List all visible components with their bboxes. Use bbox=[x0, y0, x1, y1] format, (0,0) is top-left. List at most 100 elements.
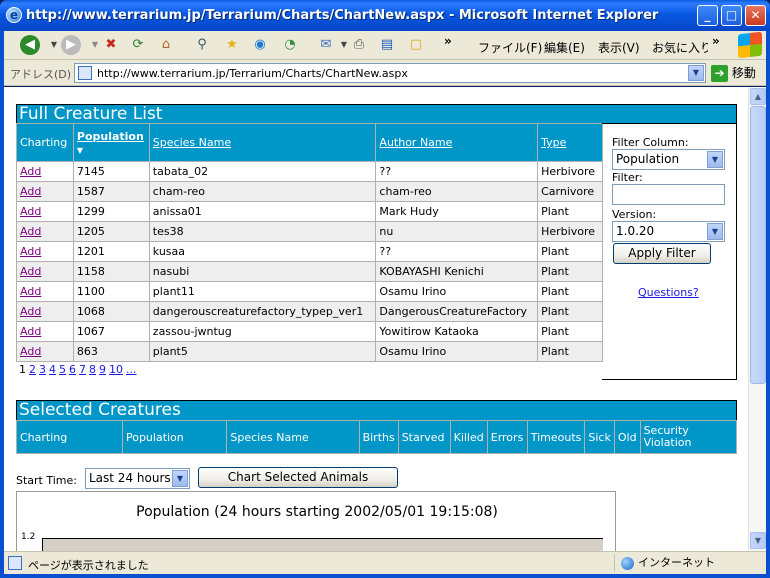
zone-label: インターネット bbox=[638, 556, 715, 569]
go-label: 移動 bbox=[731, 66, 756, 80]
selected-creatures-title: Selected Creatures bbox=[16, 400, 737, 421]
type-cell: Plant bbox=[537, 301, 603, 322]
charting-cell[interactable]: Add bbox=[16, 341, 74, 362]
col-type[interactable]: Type bbox=[537, 123, 603, 162]
col-population[interactable]: Population ▼ bbox=[72, 123, 150, 162]
menu-overflow-icon[interactable]: » bbox=[712, 34, 720, 48]
add-link[interactable]: Add bbox=[20, 245, 41, 258]
pager-link[interactable]: 5 bbox=[59, 363, 66, 376]
chart-selected-button[interactable]: Chart Selected Animals bbox=[198, 467, 398, 488]
forward-icon[interactable]: ▶ bbox=[61, 35, 81, 55]
pager: 1 2 3 4 5 6 7 8 9 10... bbox=[19, 363, 140, 376]
scroll-down-icon[interactable]: ▼ bbox=[750, 532, 766, 549]
type-cell: Plant bbox=[537, 261, 603, 282]
charting-cell[interactable]: Add bbox=[16, 281, 74, 302]
sort-population-link[interactable]: Population bbox=[77, 130, 144, 143]
chart-title: Population (24 hours starting 2002/05/01… bbox=[136, 504, 498, 520]
toolbar-overflow-icon[interactable]: » bbox=[444, 34, 452, 48]
scroll-up-icon[interactable]: ▲ bbox=[750, 88, 766, 105]
add-link[interactable]: Add bbox=[20, 265, 41, 278]
pager-link[interactable]: 4 bbox=[49, 363, 56, 376]
address-url[interactable]: http://www.terrarium.jp/Terrarium/Charts… bbox=[97, 67, 408, 80]
apply-filter-button[interactable]: Apply Filter bbox=[613, 243, 711, 264]
back-icon[interactable]: ◀ bbox=[20, 35, 40, 55]
add-link[interactable]: Add bbox=[20, 285, 41, 298]
pager-link[interactable]: 9 bbox=[99, 363, 106, 376]
start-time-select[interactable]: Last 24 hours ▼ bbox=[85, 468, 190, 489]
menu-edit[interactable]: 編集(E) bbox=[544, 39, 585, 56]
pager-link[interactable]: 8 bbox=[89, 363, 96, 376]
charting-cell[interactable]: Add bbox=[16, 181, 74, 202]
add-link[interactable]: Add bbox=[20, 185, 41, 198]
go-button[interactable]: ➔ 移動 bbox=[711, 64, 761, 82]
close-button[interactable]: ✕ bbox=[745, 5, 766, 26]
address-input[interactable]: http://www.terrarium.jp/Terrarium/Charts… bbox=[74, 63, 706, 83]
edit-icon[interactable]: ▤ bbox=[377, 35, 397, 55]
menu-favorites[interactable]: お気に入り bbox=[652, 39, 708, 56]
favorites-icon[interactable]: ★ bbox=[222, 35, 242, 55]
species-cell: nasubi bbox=[148, 261, 377, 282]
sort-species-link[interactable]: Species Name bbox=[153, 136, 231, 149]
col-species[interactable]: Species Name bbox=[148, 123, 377, 162]
col-author[interactable]: Author Name bbox=[375, 123, 539, 162]
start-time-value: Last 24 hours bbox=[89, 471, 171, 485]
version-select[interactable]: 1.0.20 ▼ bbox=[612, 221, 725, 242]
pager-link[interactable]: 6 bbox=[69, 363, 76, 376]
window-title-bar[interactable]: e http://www.terrarium.jp/Terrarium/Char… bbox=[0, 0, 770, 31]
page-done-icon bbox=[8, 556, 22, 570]
population-cell: 1201 bbox=[72, 241, 150, 262]
home-icon[interactable]: ⌂ bbox=[156, 35, 176, 55]
history-icon[interactable]: ◔ bbox=[280, 35, 300, 55]
pager-link[interactable]: 3 bbox=[39, 363, 46, 376]
pager-link[interactable]: ... bbox=[126, 363, 137, 376]
minimize-button[interactable]: _ bbox=[697, 5, 718, 26]
media-icon[interactable]: ◉ bbox=[250, 35, 270, 55]
charting-cell[interactable]: Add bbox=[16, 161, 74, 182]
add-link[interactable]: Add bbox=[20, 165, 41, 178]
add-link[interactable]: Add bbox=[20, 305, 41, 318]
charting-cell[interactable]: Add bbox=[16, 241, 74, 262]
population-chart: Population (24 hours starting 2002/05/01… bbox=[16, 491, 616, 551]
search-icon[interactable]: ⚲ bbox=[192, 35, 212, 55]
chevron-down-icon[interactable]: ▼ bbox=[172, 470, 188, 487]
questions-link[interactable]: Questions? bbox=[638, 286, 699, 299]
population-cell: 1205 bbox=[72, 221, 150, 242]
population-cell: 863 bbox=[72, 341, 150, 362]
sort-author-link[interactable]: Author Name bbox=[379, 136, 452, 149]
vertical-scrollbar[interactable]: ▲ ▼ bbox=[748, 87, 766, 551]
filter-input[interactable] bbox=[612, 184, 725, 205]
sort-type-link[interactable]: Type bbox=[541, 136, 566, 149]
charting-cell[interactable]: Add bbox=[16, 301, 74, 322]
species-cell: tes38 bbox=[148, 221, 377, 242]
add-link[interactable]: Add bbox=[20, 205, 41, 218]
chevron-down-icon[interactable]: ▼ bbox=[707, 151, 723, 168]
menu-file[interactable]: ファイル(F) bbox=[478, 39, 542, 56]
discuss-icon[interactable]: ▢ bbox=[406, 35, 426, 55]
maximize-button[interactable]: □ bbox=[721, 5, 742, 26]
pager-link[interactable]: 7 bbox=[79, 363, 86, 376]
charting-cell[interactable]: Add bbox=[16, 321, 74, 342]
window-frame-right bbox=[766, 31, 770, 578]
charting-cell[interactable]: Add bbox=[16, 221, 74, 242]
print-icon[interactable]: ⎙ bbox=[349, 35, 369, 55]
menu-view[interactable]: 表示(V) bbox=[598, 39, 640, 56]
add-link[interactable]: Add bbox=[20, 325, 41, 338]
page-content: Full Creature List Charting Population ▼… bbox=[4, 87, 748, 551]
scroll-thumb[interactable] bbox=[750, 106, 766, 384]
chevron-down-icon[interactable]: ▼ bbox=[707, 223, 723, 240]
charting-cell[interactable]: Add bbox=[16, 201, 74, 222]
refresh-icon[interactable]: ⟳ bbox=[128, 35, 148, 55]
add-link[interactable]: Add bbox=[20, 225, 41, 238]
add-link[interactable]: Add bbox=[20, 345, 41, 358]
mail-icon[interactable]: ✉ bbox=[316, 35, 336, 55]
chart-plot-area bbox=[43, 538, 603, 551]
pager-link[interactable]: 10 bbox=[109, 363, 123, 376]
table-row: Add 1067 zassou-jwntug Yowitirow Kataoka Pla… bbox=[16, 321, 603, 342]
pager-link[interactable]: 2 bbox=[29, 363, 36, 376]
stop-icon[interactable]: ✖ bbox=[101, 35, 121, 55]
charting-cell[interactable]: Add bbox=[16, 261, 74, 282]
population-cell: 1100 bbox=[72, 281, 150, 302]
selected-col-7: Timeouts bbox=[526, 420, 586, 454]
address-dropdown-icon[interactable]: ▼ bbox=[688, 65, 704, 81]
filter-column-select[interactable]: Population ▼ bbox=[612, 149, 725, 170]
